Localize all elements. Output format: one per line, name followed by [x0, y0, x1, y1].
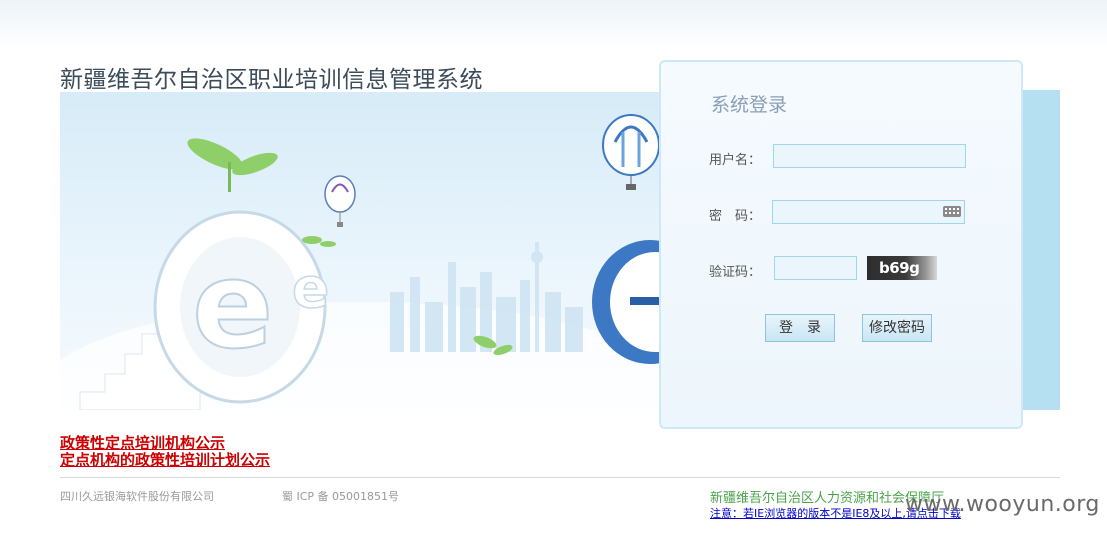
footer-divider — [60, 477, 1060, 478]
login-title: 系统登录 — [711, 94, 788, 116]
side-accent-strip — [1022, 90, 1060, 410]
notice-links: 政策性定点培训机构公示 定点机构的政策性培训计划公示 — [60, 435, 270, 469]
username-input[interactable] — [773, 144, 966, 168]
captcha-input[interactable] — [774, 256, 857, 280]
balloon-icon — [324, 175, 356, 227]
captcha-label: 验证码： — [709, 265, 762, 280]
password-input[interactable] — [772, 200, 965, 224]
login-button[interactable]: 登 录 — [765, 314, 835, 342]
watermark: www.wooyun.org — [905, 492, 1100, 517]
footer-icp: 蜀 ICP 备 05001851号 — [282, 490, 400, 503]
skyline-icon — [390, 242, 583, 352]
username-label: 用户名： — [709, 153, 762, 168]
svg-text:e: e — [192, 237, 273, 376]
banner-art: e e — [60, 114, 660, 410]
password-field-wrapper — [772, 200, 965, 224]
change-password-button[interactable]: 修改密码 — [862, 314, 932, 342]
footer-company: 四川久远银海软件股份有限公司 — [60, 490, 214, 503]
login-panel: 系统登录 用户名： 密 码： 验证码： b69g 登 录 修改密码 — [659, 60, 1023, 429]
small-e-icon: e — [292, 256, 329, 320]
balloon-large-icon — [602, 114, 660, 190]
notice-link-training-institutions[interactable]: 政策性定点培训机构公示 — [60, 435, 270, 452]
page-title: 新疆维吾尔自治区职业培训信息管理系统 — [60, 67, 483, 93]
keyboard-icon[interactable] — [943, 206, 961, 217]
notice-link-training-plans[interactable]: 定点机构的政策性培训计划公示 — [60, 452, 270, 469]
captcha-image[interactable]: b69g — [867, 256, 937, 280]
banner-illustration: e e — [60, 92, 660, 410]
password-label: 密 码： — [709, 209, 762, 224]
